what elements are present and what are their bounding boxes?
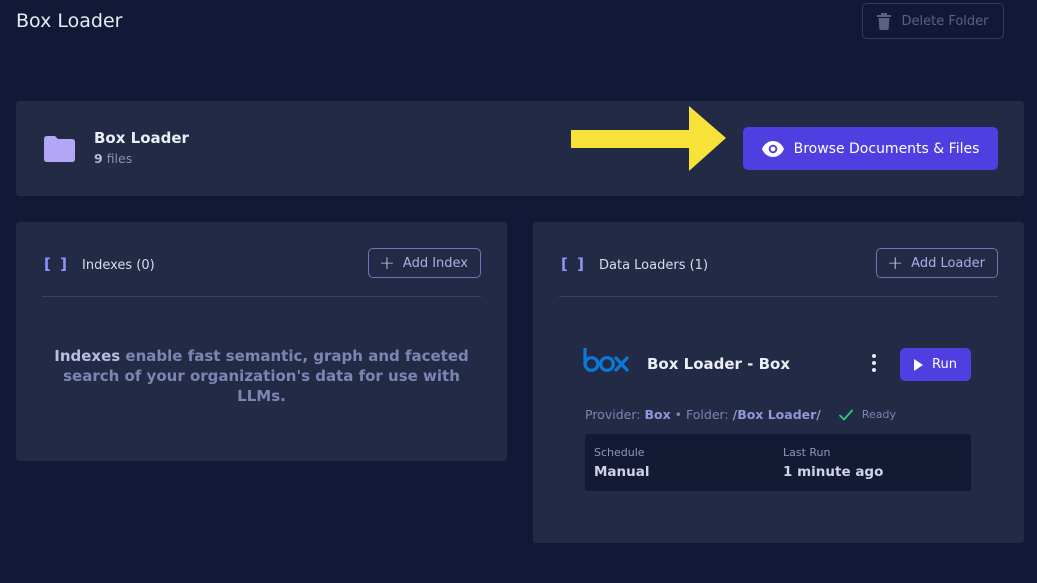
play-icon: [914, 358, 924, 371]
run-label: Run: [932, 357, 957, 372]
add-loader-button[interactable]: + Add Loader: [876, 248, 998, 278]
last-run-label: Last Run: [783, 446, 831, 459]
delete-folder-button[interactable]: Delete Folder: [862, 3, 1004, 39]
indexes-empty-message: Indexes enable fast semantic, graph and …: [54, 347, 469, 405]
data-loaders-title: Data Loaders (1): [599, 258, 709, 273]
folder-icon: [44, 136, 75, 162]
add-index-label: Add Index: [402, 255, 468, 271]
data-loaders-header: [ ] Data Loaders (1) + Add Loader: [559, 248, 998, 297]
add-loader-label: Add Loader: [911, 255, 985, 271]
add-index-button[interactable]: + Add Index: [367, 248, 481, 278]
kebab-menu-icon[interactable]: [869, 354, 879, 372]
indexes-panel: [ ] Indexes (0) + Add Index Indexes enab…: [16, 222, 507, 461]
loader-meta: Provider: Box • Folder: /Box Loader/ Rea…: [585, 407, 897, 422]
schedule-value: Manual: [594, 464, 650, 480]
page-title: Box Loader: [16, 10, 123, 32]
loader-name: Box Loader - Box: [647, 355, 791, 373]
schedule-box: Schedule Manual Last Run 1 minute ago: [585, 434, 971, 491]
run-loader-button[interactable]: Run: [900, 348, 971, 381]
schedule-label: Schedule: [594, 446, 645, 459]
brackets-icon: [ ]: [561, 255, 586, 273]
folder-summary-bar: Box Loader 9 files Browse Documents & Fi…: [16, 101, 1024, 196]
last-run-value: 1 minute ago: [783, 464, 884, 480]
check-icon: [838, 409, 853, 420]
delete-folder-label: Delete Folder: [901, 13, 989, 29]
brackets-icon: [ ]: [44, 255, 69, 273]
folder-file-count: 9 files: [94, 151, 133, 166]
folder-path-value: /Box Loader/: [732, 407, 821, 422]
box-logo: [583, 348, 629, 372]
plus-icon: +: [378, 251, 395, 274]
status-badge: Ready: [861, 408, 897, 421]
eye-icon: [761, 140, 784, 157]
browse-documents-label: Browse Documents & Files: [793, 140, 980, 157]
indexes-header: [ ] Indexes (0) + Add Index: [42, 248, 481, 297]
plus-icon: +: [887, 251, 904, 274]
data-loaders-panel: [ ] Data Loaders (1) + Add Loader Box Lo…: [533, 222, 1024, 543]
trash-icon: [877, 12, 892, 30]
arrow-annotation: [571, 106, 726, 171]
provider-value: Box: [644, 407, 671, 422]
folder-name: Box Loader: [94, 129, 189, 147]
browse-documents-button[interactable]: Browse Documents & Files: [743, 127, 998, 170]
indexes-title: Indexes (0): [82, 258, 155, 273]
